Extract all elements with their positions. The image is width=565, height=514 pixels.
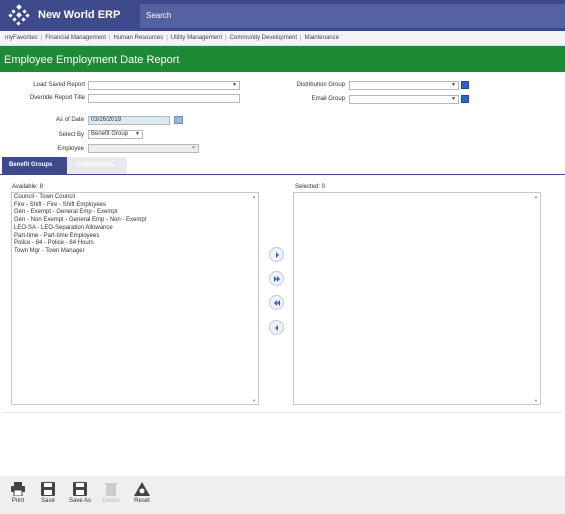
- list-item[interactable]: Council - Town Council: [12, 194, 258, 202]
- nav-separator: |: [166, 35, 168, 41]
- scroll-up-icon[interactable]: ▲: [534, 194, 538, 199]
- search-input[interactable]: Search: [140, 4, 565, 28]
- distribution-group-select[interactable]: ▼: [349, 81, 459, 90]
- move-right-button[interactable]: [269, 247, 284, 262]
- scroll-down-icon[interactable]: ▼: [252, 398, 256, 403]
- tab-benefit-groups[interactable]: Benefit Groups: [2, 157, 67, 174]
- select-by-select[interactable]: Benefit Group ▼: [88, 130, 143, 139]
- print-label: Print: [11, 498, 25, 504]
- distribution-group-lookup-icon[interactable]: [461, 81, 469, 89]
- calendar-icon[interactable]: [174, 116, 183, 124]
- override-title-label: Override Report Title: [29, 95, 85, 101]
- tab-departments[interactable]: Departments: [67, 157, 127, 174]
- selected-list[interactable]: ▲ ▼: [293, 192, 541, 405]
- module-nav: myFavorites | Financial Management | Human R…: [0, 31, 565, 46]
- nav-separator: |: [108, 35, 111, 41]
- nav-item-utility-management[interactable]: Utility Management: [171, 35, 222, 41]
- top-bar: New World ERP Search: [0, 0, 565, 31]
- floppy-disk-icon: [73, 482, 87, 496]
- select-by-value: Benefit Group: [91, 131, 129, 137]
- chevron-down-icon: ▼: [191, 145, 196, 151]
- email-group-label: Email Group: [311, 96, 345, 102]
- override-title-input[interactable]: [88, 94, 240, 103]
- list-item[interactable]: Part-time - Part-time Employees: [12, 233, 258, 241]
- available-label: Available: 8: [12, 184, 43, 190]
- as-of-date-label: As of Date: [55, 117, 84, 123]
- list-item[interactable]: Gen - Non Exempt - General Emp - Non - E…: [12, 217, 258, 225]
- nav-item-financial-management[interactable]: Financial Management: [45, 35, 106, 41]
- printer-icon: [11, 482, 25, 496]
- double-chevron-right-icon: [274, 276, 280, 282]
- selected-label: Selected: 0: [295, 184, 326, 190]
- list-item[interactable]: Gen - Exempt - General Emp - Exempt: [12, 209, 258, 217]
- scroll-up-icon[interactable]: ▲: [252, 194, 256, 199]
- nav-separator: |: [225, 35, 227, 41]
- nav-separator: |: [40, 35, 43, 41]
- trash-icon: [105, 483, 117, 496]
- save-label: Save: [41, 498, 55, 504]
- warning-triangle-icon: [134, 482, 150, 496]
- save-as-button[interactable]: Save As: [66, 482, 94, 504]
- app-title: New World ERP: [38, 9, 121, 21]
- list-item[interactable]: Town Mgr - Town Manager: [12, 248, 258, 256]
- move-all-right-button[interactable]: [269, 271, 284, 286]
- employee-select[interactable]: ▼: [88, 144, 199, 153]
- double-chevron-left-icon: [274, 300, 280, 306]
- chevron-down-icon: ▼: [135, 131, 140, 137]
- list-item[interactable]: Fire - Shift - Fire - Shift Employees: [12, 202, 258, 210]
- chevron-down-icon: ▼: [451, 82, 456, 88]
- select-by-label: Select By: [58, 132, 84, 138]
- email-group-select[interactable]: ▼: [349, 95, 459, 104]
- scroll-down-icon[interactable]: ▼: [534, 398, 538, 403]
- floppy-disk-icon: [41, 482, 55, 496]
- list-item[interactable]: Police - 84 - Police - 84 Hours: [12, 240, 258, 248]
- nav-item-myfavorites[interactable]: myFavorites: [5, 35, 38, 41]
- nav-separator: |: [300, 35, 302, 41]
- available-list[interactable]: Council - Town Council Fire - Shift - Fi…: [11, 192, 259, 405]
- save-button[interactable]: Save: [34, 482, 62, 504]
- reset-label: Reset: [134, 498, 150, 504]
- delete-label: Delete: [102, 498, 120, 504]
- distribution-group-label: Distribution Group: [296, 82, 345, 88]
- load-saved-report-select[interactable]: ▼: [88, 81, 240, 90]
- delete-button[interactable]: Delete: [97, 482, 125, 504]
- print-button[interactable]: Print: [4, 482, 32, 504]
- nav-item-maintenance[interactable]: Maintenance: [305, 35, 339, 41]
- chevron-left-icon: [275, 325, 278, 331]
- app-logo-icon[interactable]: [8, 4, 30, 26]
- nav-item-community-development[interactable]: Community Development: [230, 35, 297, 41]
- email-group-lookup-icon[interactable]: [461, 95, 469, 103]
- chevron-down-icon: ▼: [451, 96, 456, 102]
- list-item[interactable]: LEO-SA - LEO-Separation Allowance: [12, 225, 258, 233]
- nav-item-human-resources[interactable]: Human Resources: [114, 35, 164, 41]
- chevron-down-icon: ▼: [232, 82, 237, 88]
- move-all-left-button[interactable]: [269, 295, 284, 310]
- chevron-right-icon: [276, 252, 279, 258]
- employee-label: Employee: [57, 146, 84, 152]
- as-of-date-input[interactable]: 03/26/2019: [88, 116, 170, 125]
- reset-button[interactable]: Reset: [128, 482, 156, 504]
- page-title: Employee Employment Date Report: [0, 46, 565, 72]
- save-as-label: Save As: [68, 498, 91, 504]
- load-saved-report-label: Load Saved Report: [33, 82, 85, 88]
- move-left-button[interactable]: [269, 320, 284, 335]
